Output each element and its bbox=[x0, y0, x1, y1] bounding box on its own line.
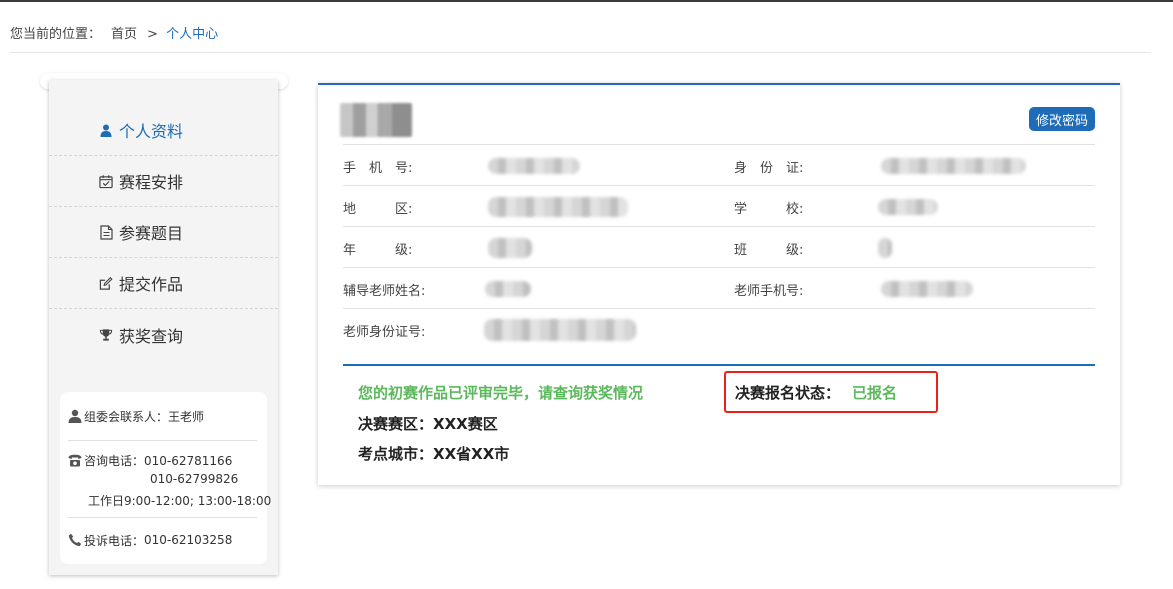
info-row: 手 机 号: 身 份 证: bbox=[343, 144, 1095, 185]
sidebar-item-submit[interactable]: 提交作品 bbox=[49, 258, 278, 309]
id-card-label: 身 份 证: bbox=[734, 161, 804, 176]
tutor-id-value-redacted bbox=[484, 319, 636, 341]
exam-city-label: 考点城市： bbox=[358, 445, 434, 463]
organizer-label: 组委会联系人： bbox=[84, 409, 169, 424]
class-label: 班 级: bbox=[734, 243, 804, 258]
registration-status-value: 已报名 bbox=[852, 384, 898, 402]
person-icon bbox=[68, 409, 82, 423]
sidebar-item-label: 个人资料 bbox=[119, 122, 184, 141]
tutor-phone-label: 老师手机号: bbox=[734, 284, 804, 299]
mobile-label: 手 机 号: bbox=[343, 161, 413, 176]
final-area: 决赛赛区：XXX赛区 bbox=[358, 413, 498, 434]
change-password-button[interactable]: 修改密码 bbox=[1029, 107, 1095, 131]
trophy-icon bbox=[99, 328, 113, 342]
breadcrumb-prefix: 您当前的位置： bbox=[10, 27, 102, 42]
sidebar-item-label: 参赛题目 bbox=[119, 224, 184, 243]
consult-phone-label: 咨询电话： bbox=[84, 454, 145, 468]
contact-info-box: 组委会联系人： 王老师 咨询电话： 010-62781166 010-6279982… bbox=[60, 392, 271, 564]
tutor-name-value-redacted bbox=[485, 281, 531, 297]
info-row: 地 区: 学 校: bbox=[343, 185, 1095, 226]
sidebar-item-profile[interactable]: 个人资料 bbox=[49, 105, 278, 156]
exam-city-value: XX省XX市 bbox=[433, 445, 510, 463]
school-label: 学 校: bbox=[734, 202, 804, 217]
user-icon bbox=[99, 123, 113, 137]
organizer-contact: 组委会联系人： 王老师 bbox=[68, 392, 257, 441]
exam-city: 考点城市：XX省XX市 bbox=[358, 443, 509, 464]
calendar-check-icon bbox=[99, 174, 113, 188]
section-divider bbox=[343, 364, 1095, 366]
tutor-phone-value-redacted bbox=[881, 281, 973, 297]
organizer-name: 王老师 bbox=[168, 409, 205, 424]
region-value-redacted bbox=[488, 197, 628, 217]
edit-icon bbox=[99, 276, 113, 290]
sidebar-item-schedule[interactable]: 赛程安排 bbox=[49, 156, 278, 207]
consult-phone: 咨询电话： 010-62781166 010-62799826 工作日9:00-1… bbox=[68, 441, 271, 518]
info-row: 老师身份证号: bbox=[343, 308, 1095, 348]
grade-label: 年 级: bbox=[343, 243, 413, 258]
class-value-redacted bbox=[878, 238, 892, 258]
complaint-number: 010-62103258 bbox=[144, 533, 233, 547]
mobile-value-redacted bbox=[488, 158, 580, 174]
tutor-id-label: 老师身份证号: bbox=[343, 325, 426, 340]
tutor-name-label: 辅导老师姓名: bbox=[343, 284, 426, 299]
id-card-value-redacted bbox=[881, 158, 1026, 174]
final-area-label: 决赛赛区： bbox=[358, 415, 434, 433]
sidebar-item-topics[interactable]: 参赛题目 bbox=[49, 207, 278, 258]
complaint-label: 投诉电话： bbox=[84, 533, 145, 548]
sidebar-item-label: 赛程安排 bbox=[119, 173, 184, 192]
review-status-message: 您的初赛作品已评审完毕，请查询获奖情况 bbox=[358, 384, 644, 402]
consult-phone-line: 咨询电话： 010-62781166 bbox=[68, 452, 232, 469]
working-hours: 工作日9:00-12:00; 13:00-18:00 bbox=[88, 494, 272, 508]
document-icon bbox=[99, 224, 113, 240]
profile-card: 修改密码 手 机 号: 身 份 证: 地 区: 学 校: 年 级: 班 级: 辅… bbox=[318, 83, 1120, 485]
breadcrumb-separator: > bbox=[147, 27, 158, 42]
breadcrumb: 您当前的位置： 首页 > 个人中心 bbox=[10, 23, 218, 42]
sidebar-item-label: 获奖查询 bbox=[119, 326, 184, 346]
breadcrumb-current[interactable]: 个人中心 bbox=[166, 23, 218, 42]
school-value-redacted bbox=[878, 199, 938, 215]
sidebar-item-label: 提交作品 bbox=[119, 275, 184, 294]
user-name-redacted bbox=[340, 103, 412, 137]
top-border bbox=[0, 0, 1173, 2]
info-row: 辅导老师姓名: 老师手机号: bbox=[343, 267, 1095, 308]
registration-status-label: 决赛报名状态： bbox=[735, 384, 841, 402]
sidebar: 个人资料 赛程安排 参赛题目 提交作品 获奖查询 组委会联系人： 王老师 咨询电… bbox=[49, 80, 278, 575]
complaint-phone: 投诉电话： 010-62103258 bbox=[68, 518, 257, 562]
breadcrumb-divider bbox=[10, 52, 1151, 53]
profile-info-table: 手 机 号: 身 份 证: 地 区: 学 校: 年 级: 班 级: 辅导老师姓名… bbox=[343, 144, 1095, 348]
telephone-icon bbox=[68, 454, 82, 468]
consult-phone-1: 010-62781166 bbox=[144, 453, 233, 468]
breadcrumb-home-link[interactable]: 首页 bbox=[111, 23, 137, 42]
info-row: 年 级: 班 级: bbox=[343, 226, 1095, 267]
region-label: 地 区: bbox=[343, 202, 413, 217]
phone-handset-icon bbox=[68, 533, 82, 547]
final-area-value: XXX赛区 bbox=[433, 415, 498, 433]
grade-value-redacted bbox=[488, 238, 532, 258]
registration-status-highlight: 决赛报名状态： 已报名 bbox=[724, 371, 938, 413]
sidebar-item-awards[interactable]: 获奖查询 bbox=[49, 309, 278, 360]
consult-phone-2: 010-62799826 bbox=[150, 472, 239, 486]
sidebar-menu: 个人资料 赛程安排 参赛题目 提交作品 获奖查询 bbox=[49, 105, 278, 360]
